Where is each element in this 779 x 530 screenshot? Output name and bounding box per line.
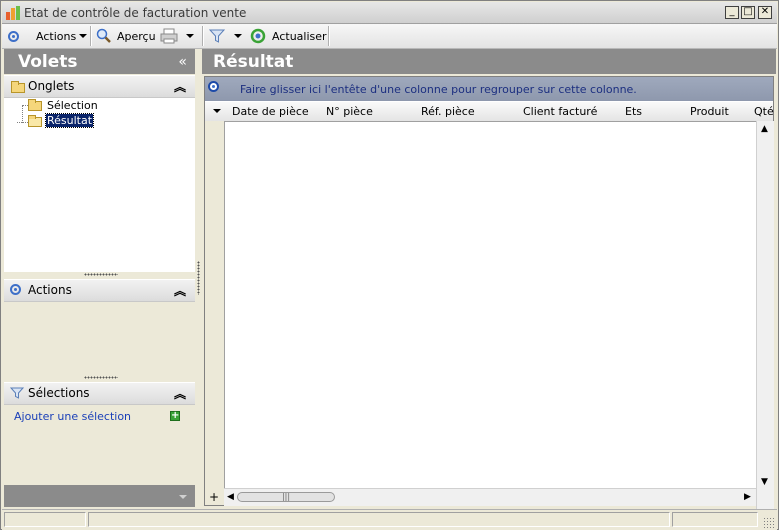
section-splitter[interactable] xyxy=(84,376,118,379)
col-ets[interactable]: Ets xyxy=(625,105,642,118)
group-by-area[interactable]: Faire glisser ici l'entête d'une colonne… xyxy=(205,77,773,101)
collapse-panel-icon[interactable]: « xyxy=(178,54,187,70)
vertical-scrollbar[interactable]: ▲ ▼ xyxy=(756,121,774,517)
volets-panel: Volets « Onglets ︽ Sélection Résultat Ac… xyxy=(4,49,195,508)
panel-bottom-bar xyxy=(4,485,195,507)
status-cell xyxy=(88,512,670,527)
status-bar xyxy=(2,509,777,530)
column-header-row: Date de pièce N° pièce Réf. pièce Client… xyxy=(205,102,774,122)
open-folder-icon xyxy=(28,115,42,127)
col-client-facture[interactable]: Client facturé xyxy=(523,105,597,118)
col-date-piece[interactable]: Date de pièce xyxy=(232,105,309,118)
folder-icon xyxy=(11,81,25,93)
actions-menu-button[interactable]: Actions xyxy=(36,27,88,45)
col-ref-piece[interactable]: Réf. pièce xyxy=(421,105,475,118)
app-icon xyxy=(6,6,20,20)
collapse-section-icon[interactable]: ︽ xyxy=(174,385,186,402)
printer-icon xyxy=(160,28,178,44)
resultat-header: Résultat xyxy=(202,49,776,74)
refresh-icon xyxy=(250,28,266,44)
window-title: Etat de contrôle de facturation vente xyxy=(24,6,247,20)
panel-splitter[interactable] xyxy=(196,49,201,508)
onglets-label: Onglets xyxy=(28,79,75,93)
filter-icon xyxy=(209,29,225,43)
collapse-section-icon[interactable]: ︽ xyxy=(174,78,186,95)
actions-menu-label: Actions xyxy=(36,29,77,43)
actions-section-label: Actions xyxy=(28,283,72,297)
onglets-tree: Sélection Résultat xyxy=(4,98,195,272)
selections-section-header[interactable]: Sélections ︽ xyxy=(4,382,195,405)
minimize-button[interactable]: _ xyxy=(725,6,739,19)
tree-item-resultat[interactable]: Résultat xyxy=(44,113,95,128)
toolbar-separator xyxy=(328,26,330,46)
tree-line xyxy=(17,122,28,123)
chevron-down-icon xyxy=(234,34,242,38)
volets-header: Volets « xyxy=(4,49,195,74)
filter-button[interactable] xyxy=(209,27,225,45)
onglets-section-header[interactable]: Onglets ︽ xyxy=(4,75,195,98)
title-bar: Etat de contrôle de facturation vente _ … xyxy=(2,2,777,24)
volets-title: Volets xyxy=(18,52,78,72)
apercu-button[interactable]: Aperçu xyxy=(96,27,156,45)
result-grid: Faire glisser ici l'entête d'une colonne… xyxy=(204,76,774,517)
resultat-panel: Résultat Faire glisser ici l'entête d'un… xyxy=(202,49,776,517)
toolbar-separator xyxy=(202,26,204,46)
close-button[interactable]: ✕ xyxy=(758,6,772,19)
toolbar-separator xyxy=(90,26,92,46)
selections-section-body: Ajouter une sélection + xyxy=(4,405,195,485)
actions-icon[interactable] xyxy=(8,27,19,45)
col-numero-piece[interactable]: N° pièce xyxy=(326,105,373,118)
resize-grip-icon[interactable] xyxy=(763,517,774,528)
selections-section-label: Sélections xyxy=(28,386,90,400)
tree-item-selection[interactable]: Sélection xyxy=(47,99,98,112)
row-indicator-column xyxy=(205,121,225,505)
col-produit[interactable]: Produit xyxy=(690,105,729,118)
horizontal-scrollbar[interactable]: ◀ ||| ▶ xyxy=(224,488,756,506)
section-splitter[interactable] xyxy=(84,273,118,276)
filter-icon xyxy=(10,387,24,399)
chevron-down-icon[interactable] xyxy=(213,109,221,113)
tree-line xyxy=(22,105,24,123)
status-cell xyxy=(672,512,758,527)
collapse-section-icon[interactable]: ︽ xyxy=(174,282,186,299)
actualiser-label: Actualiser xyxy=(272,29,327,43)
horizontal-scroll-thumb[interactable]: ||| xyxy=(237,492,335,502)
add-selection-link[interactable]: Ajouter une sélection xyxy=(14,410,131,423)
filter-dropdown[interactable] xyxy=(231,27,242,45)
scroll-up-icon[interactable]: ▲ xyxy=(761,124,768,134)
apercu-label: Aperçu xyxy=(117,29,156,43)
resultat-title: Résultat xyxy=(213,52,294,72)
add-icon[interactable]: + xyxy=(170,411,180,421)
maximize-button[interactable]: □ xyxy=(741,6,755,19)
magnifier-icon xyxy=(96,28,111,43)
main-window: Etat de contrôle de facturation vente _ … xyxy=(0,0,779,530)
actions-icon xyxy=(10,284,21,298)
scroll-down-icon[interactable]: ▼ xyxy=(761,477,768,487)
splitter-grip xyxy=(197,261,200,295)
actions-section-header[interactable]: Actions ︽ xyxy=(4,279,195,302)
toolbar: Actions Aperçu Actualiser xyxy=(2,24,777,49)
folder-icon xyxy=(28,99,42,111)
chevron-down-icon xyxy=(79,34,88,38)
scroll-right-icon[interactable]: ▶ xyxy=(744,492,751,502)
print-dropdown[interactable] xyxy=(183,27,194,45)
new-row-icon[interactable]: + xyxy=(209,490,219,504)
print-button[interactable] xyxy=(160,27,178,45)
chevron-down-icon[interactable] xyxy=(179,495,187,499)
chevron-down-icon xyxy=(186,34,194,38)
status-cell xyxy=(4,512,86,527)
grid-options-icon[interactable] xyxy=(208,81,219,95)
col-qte[interactable]: Qté xyxy=(754,105,774,118)
actualiser-button[interactable]: Actualiser xyxy=(250,27,327,45)
scroll-left-icon[interactable]: ◀ xyxy=(227,492,234,502)
group-by-hint: Faire glisser ici l'entête d'une colonne… xyxy=(240,83,637,96)
actions-section-body xyxy=(4,302,195,375)
